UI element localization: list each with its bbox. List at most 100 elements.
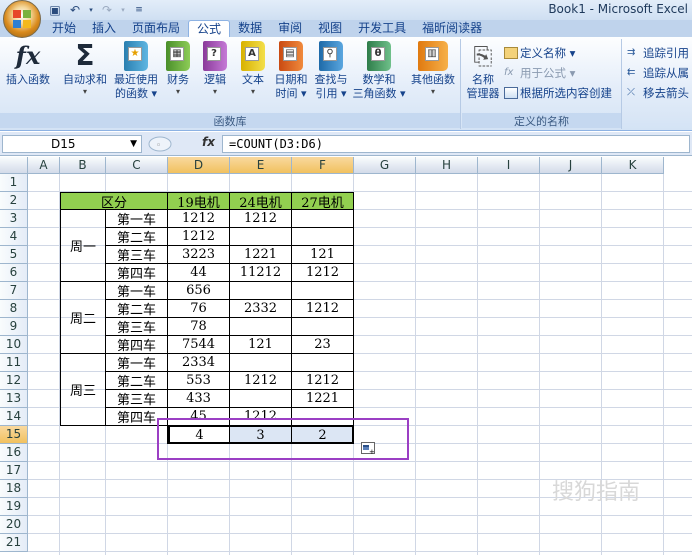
row-header-3[interactable]: 3 (0, 210, 28, 228)
logical-button[interactable]: ? 逻辑 ▾ (200, 41, 230, 97)
row-header-4[interactable]: 4 (0, 228, 28, 246)
column-header-E[interactable]: E (230, 157, 292, 174)
trace-precedents-button[interactable]: ⇉ 追踪引用 (627, 45, 689, 61)
more-functions-dropdown[interactable]: ▾ (408, 87, 458, 97)
row-header-15[interactable]: 15 (0, 426, 28, 444)
remove-arrows-button[interactable]: ⤫ 移去箭头 (627, 85, 689, 101)
name-box-dropdown-icon[interactable]: ▼ (130, 136, 137, 152)
value-cell-27[interactable] (292, 318, 354, 336)
column-header-D[interactable]: D (168, 157, 230, 174)
value-cell-27[interactable]: 1212 (292, 264, 354, 282)
value-cell-24[interactable] (230, 282, 292, 300)
value-cell-27[interactable]: 23 (292, 336, 354, 354)
value-cell-24[interactable]: 1212 (230, 210, 292, 228)
text-dropdown[interactable]: ▾ (238, 87, 268, 97)
group-name-cell[interactable]: 周二 (60, 282, 106, 354)
trace-dependents-button[interactable]: ⇇ 追踪从属 (627, 65, 689, 81)
value-cell-27[interactable]: 1221 (292, 390, 354, 408)
car-cell[interactable]: 第二车 (106, 300, 168, 318)
select-all-corner[interactable] (0, 157, 28, 174)
row-header-20[interactable]: 20 (0, 516, 28, 534)
value-cell-27[interactable]: 1212 (292, 300, 354, 318)
value-cell-24[interactable] (230, 228, 292, 246)
tab-1[interactable]: 插入 (84, 20, 124, 37)
value-cell-24[interactable] (230, 390, 292, 408)
value-cell-19[interactable]: 433 (168, 390, 230, 408)
car-cell[interactable]: 第三车 (106, 390, 168, 408)
value-cell-19[interactable]: 44 (168, 264, 230, 282)
value-cell-24[interactable] (230, 318, 292, 336)
row-header-16[interactable]: 16 (0, 444, 28, 462)
value-cell-19[interactable]: 553 (168, 372, 230, 390)
value-cell-24[interactable]: 2332 (230, 300, 292, 318)
row-header-8[interactable]: 8 (0, 300, 28, 318)
more-functions-button[interactable]: ▥ 其他函数 ▾ (408, 41, 458, 97)
row-header-17[interactable]: 17 (0, 462, 28, 480)
value-cell-19[interactable]: 3223 (168, 246, 230, 264)
tab-4[interactable]: 数据 (230, 20, 270, 37)
undo-icon[interactable]: ↶ (68, 3, 82, 17)
row-header-7[interactable]: 7 (0, 282, 28, 300)
value-cell-19[interactable]: 2334 (168, 354, 230, 372)
header-cell-27[interactable]: 27电机 (292, 192, 354, 211)
value-cell-24[interactable]: 11212 (230, 264, 292, 282)
row-header-13[interactable]: 13 (0, 390, 28, 408)
tab-6[interactable]: 视图 (310, 20, 350, 37)
car-cell[interactable]: 第二车 (106, 372, 168, 390)
financial-button[interactable]: ▦ 财务 ▾ (163, 41, 193, 97)
row-header-18[interactable]: 18 (0, 480, 28, 498)
header-cell-24[interactable]: 24电机 (230, 192, 292, 211)
insert-function-fx-icon[interactable]: fx (202, 135, 215, 149)
column-header-K[interactable]: K (602, 157, 664, 174)
row-header-1[interactable]: 1 (0, 174, 28, 192)
tab-2[interactable]: 页面布局 (124, 20, 188, 37)
header-cell-19[interactable]: 19电机 (168, 192, 230, 211)
row-header-12[interactable]: 12 (0, 372, 28, 390)
autosum-dropdown[interactable]: ▾ (60, 87, 110, 97)
car-cell[interactable]: 第三车 (106, 318, 168, 336)
row-header-9[interactable]: 9 (0, 318, 28, 336)
car-cell[interactable]: 第四车 (106, 336, 168, 354)
financial-dropdown[interactable]: ▾ (163, 87, 193, 97)
redo-dropdown-icon[interactable]: ▾ (120, 3, 126, 17)
column-header-I[interactable]: I (478, 157, 540, 174)
formula-bar-splitter[interactable]: ◦ (146, 135, 198, 153)
recently-used-button[interactable]: ★ 最近使用 的函数 ▾ (111, 41, 161, 101)
name-box[interactable]: D15 ▼ (2, 135, 142, 153)
text-button[interactable]: A 文本 ▾ (238, 41, 268, 97)
value-cell-19[interactable]: 656 (168, 282, 230, 300)
date-time-button[interactable]: ▤ 日期和 时间 ▾ (272, 41, 310, 101)
car-cell[interactable]: 第一车 (106, 354, 168, 372)
row-header-2[interactable]: 2 (0, 192, 28, 210)
value-cell-24[interactable]: 1212 (230, 372, 292, 390)
tab-7[interactable]: 开发工具 (350, 20, 414, 37)
value-cell-27[interactable] (292, 282, 354, 300)
auto-fill-options-icon[interactable]: + (361, 442, 375, 456)
tab-8[interactable]: 福昕阅读器 (414, 20, 490, 37)
car-cell[interactable]: 第三车 (106, 246, 168, 264)
row-header-5[interactable]: 5 (0, 246, 28, 264)
group-name-cell[interactable]: 周三 (60, 354, 106, 426)
column-header-J[interactable]: J (540, 157, 602, 174)
value-cell-19[interactable]: 1212 (168, 228, 230, 246)
tab-0[interactable]: 开始 (44, 20, 84, 37)
column-header-H[interactable]: H (416, 157, 478, 174)
value-cell-24[interactable]: 121 (230, 336, 292, 354)
name-manager-button[interactable]: ⎘ 名称 管理器 (464, 41, 502, 101)
tab-5[interactable]: 审阅 (270, 20, 310, 37)
tab-3[interactable]: 公式 (188, 20, 231, 38)
undo-dropdown-icon[interactable]: ▾ (88, 3, 94, 17)
lookup-reference-button[interactable]: ⚲ 查找与 引用 ▾ (312, 41, 350, 101)
group-name-cell[interactable]: 周一 (60, 210, 106, 282)
value-cell-27[interactable] (292, 228, 354, 246)
value-cell-27[interactable]: 121 (292, 246, 354, 264)
column-header-A[interactable]: A (28, 157, 60, 174)
redo-icon[interactable]: ↷ (100, 3, 114, 17)
header-cell-group[interactable]: 区分 (60, 192, 168, 211)
row-header-10[interactable]: 10 (0, 336, 28, 354)
column-header-C[interactable]: C (106, 157, 168, 174)
customize-qat-icon[interactable]: ≡ (132, 3, 146, 17)
row-header-14[interactable]: 14 (0, 408, 28, 426)
define-name-button[interactable]: 定义名称 ▾ (504, 45, 575, 61)
value-cell-27[interactable]: 1212 (292, 372, 354, 390)
